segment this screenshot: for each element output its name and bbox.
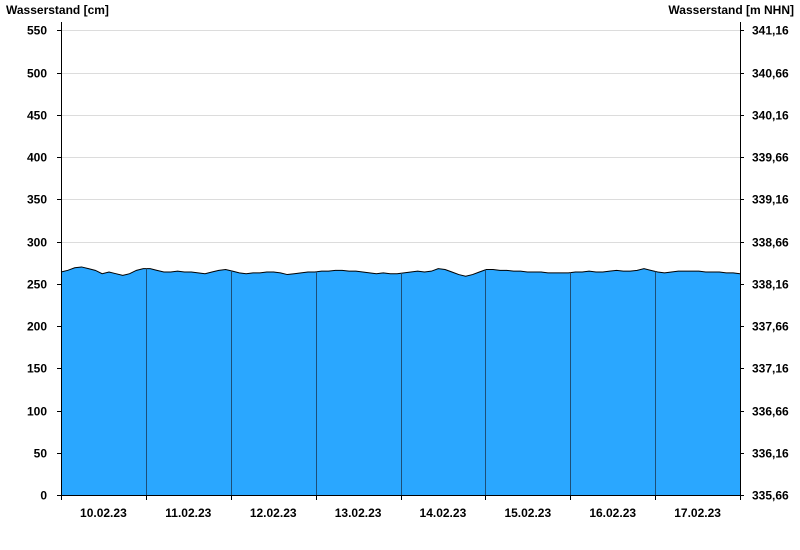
- right-tick-label: 339,66: [752, 151, 789, 165]
- x-tick-label: 17.02.23: [674, 506, 721, 520]
- left-tick-label: 0: [40, 489, 47, 503]
- right-y-ticks: 335,66 336,16 336,66 337,16 337,66 338,16 338,…: [740, 24, 789, 503]
- right-tick-label: 335,66: [752, 489, 789, 503]
- x-axis-ticks: 10.02.23 11.02.23 12.02.23 13.02.23 14.02.23…: [61, 495, 741, 520]
- right-tick-label: 338,16: [752, 278, 789, 292]
- x-tick-label: 16.02.23: [589, 506, 636, 520]
- right-tick-label: 336,16: [752, 447, 789, 461]
- left-tick-label: 550: [27, 24, 47, 38]
- x-tick-label: 10.02.23: [80, 506, 127, 520]
- left-tick-label: 100: [27, 405, 47, 419]
- water-level-chart: Wasserstand [cm] Wasserstand [m NHN] 0 50…: [6, 3, 794, 520]
- water-level-area-layer: [60, 266, 741, 495]
- x-tick-label: 11.02.23: [165, 506, 211, 520]
- left-tick-label: 350: [27, 193, 47, 207]
- right-tick-label: 336,66: [752, 405, 789, 419]
- x-tick-label: 14.02.23: [420, 506, 467, 520]
- x-tick-label: 13.02.23: [335, 506, 382, 520]
- left-tick-label: 250: [27, 278, 47, 292]
- left-tick-label: 150: [27, 362, 47, 376]
- right-tick-label: 341,16: [752, 24, 789, 38]
- left-tick-label: 50: [34, 447, 48, 461]
- right-tick-label: 340,16: [752, 109, 789, 123]
- right-tick-label: 339,16: [752, 193, 789, 207]
- left-tick-label: 200: [27, 320, 47, 334]
- left-axis-title: Wasserstand [cm]: [6, 3, 109, 17]
- left-y-ticks: 0 50 100 150 200 250 300 350 400 450 500 550: [27, 24, 61, 503]
- x-tick-label: 15.02.23: [504, 506, 551, 520]
- right-tick-label: 338,66: [752, 236, 789, 250]
- left-tick-label: 500: [27, 67, 47, 81]
- right-axis-title: Wasserstand [m NHN]: [668, 3, 794, 17]
- x-tick-label: 12.02.23: [250, 506, 297, 520]
- water-level-area: [61, 266, 740, 495]
- left-tick-label: 400: [27, 151, 47, 165]
- left-tick-label: 450: [27, 109, 47, 123]
- right-tick-label: 340,66: [752, 67, 789, 81]
- right-tick-label: 337,66: [752, 320, 789, 334]
- left-tick-label: 300: [27, 236, 47, 250]
- right-tick-label: 337,16: [752, 362, 789, 376]
